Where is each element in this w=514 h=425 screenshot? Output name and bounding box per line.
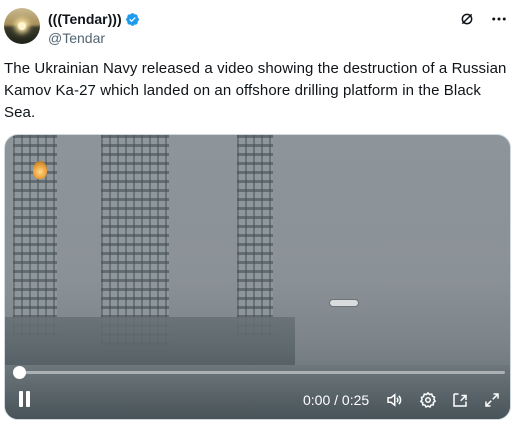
video-scrubber-handle[interactable] — [13, 366, 26, 379]
video-time: 0:00 / 0:25 — [303, 392, 370, 408]
video-controls: 0:00 / 0:25 — [5, 385, 510, 415]
author-name-text[interactable]: (((Tendar))) — [48, 10, 122, 28]
author-block: (((Tendar))) @Tendar — [48, 10, 140, 47]
header-actions — [458, 10, 508, 28]
pip-icon[interactable] — [451, 391, 469, 409]
grok-icon[interactable] — [458, 10, 476, 28]
video-frame — [5, 135, 510, 419]
settings-icon[interactable] — [419, 391, 437, 409]
fire-spot — [33, 161, 47, 179]
author-display-name[interactable]: (((Tendar))) — [48, 10, 140, 28]
pause-icon[interactable] — [17, 391, 33, 409]
tweet-text: The Ukrainian Navy released a video show… — [4, 60, 507, 121]
verified-badge-icon — [125, 12, 139, 26]
author-handle[interactable]: @Tendar — [48, 29, 140, 47]
tweet-header: (((Tendar))) @Tendar — [0, 0, 514, 56]
video-player[interactable]: 0:00 / 0:25 — [4, 134, 511, 420]
volume-icon[interactable] — [385, 391, 403, 409]
more-icon[interactable] — [490, 10, 508, 28]
fullscreen-icon[interactable] — [483, 391, 501, 409]
video-progress-bar[interactable] — [19, 371, 505, 374]
avatar[interactable] — [4, 8, 40, 44]
helicopter-shape — [329, 299, 359, 307]
